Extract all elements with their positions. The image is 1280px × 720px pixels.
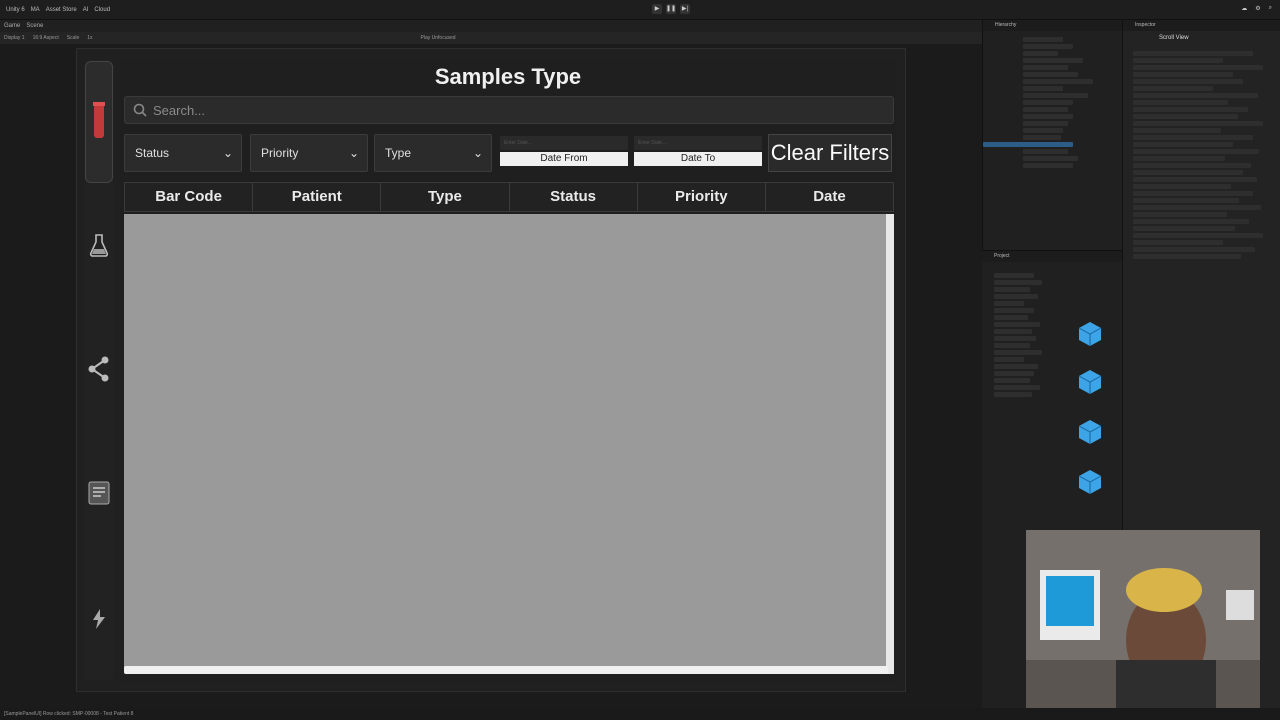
tree-item[interactable] — [1023, 149, 1068, 154]
chevron-down-icon: ⌄ — [472, 146, 483, 160]
menu-item[interactable]: Asset Store — [46, 7, 77, 13]
test-tube-icon — [93, 102, 105, 138]
tree-item[interactable] — [1023, 58, 1083, 63]
page-title: Samples Type — [434, 64, 582, 89]
type-dropdown-label: Type — [385, 146, 412, 160]
tab-scene[interactable]: Scene — [26, 23, 43, 29]
table-body-scroll-view[interactable] — [124, 214, 886, 670]
tree-item[interactable] — [1023, 79, 1093, 84]
tree-item[interactable] — [1023, 65, 1068, 70]
menu-item[interactable]: Cloud — [94, 7, 110, 13]
play-icon[interactable]: ▶ — [652, 4, 662, 14]
prefab-icon[interactable] — [1078, 369, 1102, 395]
nav-item-power[interactable] — [86, 606, 112, 632]
top-right-icons: ☁ ⚙ ⌕ — [1241, 5, 1272, 12]
tree-item[interactable] — [1023, 163, 1073, 168]
column-header-type[interactable]: Type — [380, 182, 509, 212]
column-header-priority[interactable]: Priority — [636, 182, 765, 212]
prefab-icon[interactable] — [1078, 419, 1102, 445]
clear-filters-button[interactable]: Clear Filters — [768, 134, 892, 172]
step-icon[interactable]: ▶| — [680, 4, 690, 14]
inspector-object-name[interactable]: Scroll View — [1123, 31, 1280, 41]
chevron-down-icon: ⌄ — [222, 146, 233, 160]
flask-icon — [89, 234, 109, 257]
inspector-fields — [1123, 41, 1280, 259]
pause-icon[interactable]: ❚❚ — [666, 4, 676, 14]
date-from-input[interactable]: Enter Date... — [500, 136, 628, 150]
view-tabs: Game Scene — [0, 20, 982, 32]
tree-item[interactable] — [1023, 37, 1063, 42]
prefab-icon[interactable] — [1078, 321, 1102, 347]
play-mode-dropdown[interactable]: Play Unfocused — [421, 35, 456, 41]
tree-item[interactable] — [1023, 86, 1063, 91]
nav-item-share[interactable] — [86, 356, 112, 382]
nav-item-lab[interactable] — [86, 232, 112, 258]
type-dropdown[interactable]: Type ⌄ — [374, 134, 492, 172]
tree-item[interactable] — [1023, 51, 1058, 56]
search-icon — [133, 103, 147, 117]
date-from-field[interactable]: Enter Date... Date From — [500, 136, 628, 170]
share-icon — [88, 356, 109, 382]
menu-item[interactable]: AI — [83, 7, 89, 13]
project-folders — [994, 271, 1054, 399]
tree-item[interactable] — [1023, 72, 1078, 77]
date-to-label: Date To — [634, 152, 762, 166]
project-title[interactable]: Project — [982, 251, 1122, 262]
hierarchy-title[interactable]: Hierarchy — [983, 20, 1122, 31]
scale-value[interactable]: 1x — [87, 35, 92, 41]
column-header-date[interactable]: Date — [764, 182, 895, 212]
hierarchy-tree — [983, 31, 1122, 168]
cloud-icon[interactable]: ☁ — [1241, 5, 1247, 12]
nav-item-records[interactable] — [86, 480, 112, 506]
search-input[interactable]: Search... — [124, 96, 894, 124]
console-status[interactable]: [SamplePanelUI] Row clicked: SMP-00008 -… — [0, 708, 1280, 720]
tree-item[interactable] — [1023, 128, 1063, 133]
tab-game[interactable]: Game — [4, 23, 20, 29]
play-controls: ▶ ❚❚ ▶| — [652, 4, 690, 14]
tree-item[interactable] — [1023, 121, 1068, 126]
gear-icon[interactable]: ⚙ — [1255, 5, 1260, 12]
display-dropdown[interactable]: Display 1 — [4, 35, 25, 41]
inspector-title[interactable]: Inspector — [1123, 20, 1280, 31]
webcam-feed — [1026, 530, 1260, 708]
tree-item[interactable] — [1023, 114, 1073, 119]
lightning-icon — [93, 609, 105, 629]
date-to-input[interactable]: Enter Date... — [634, 136, 762, 150]
column-header-barcode[interactable]: Bar Code — [124, 182, 253, 212]
tree-item[interactable] — [1023, 44, 1073, 49]
search-icon[interactable]: ⌕ — [1269, 5, 1272, 12]
search-placeholder: Search... — [153, 102, 206, 118]
priority-dropdown-label: Priority — [261, 146, 299, 160]
date-from-label: Date From — [500, 152, 628, 166]
chevron-down-icon: ⌄ — [348, 146, 359, 160]
scale-label: Scale — [66, 35, 80, 41]
aspect-dropdown[interactable]: 16:9 Aspect — [33, 35, 59, 41]
priority-dropdown[interactable]: Priority ⌄ — [250, 134, 368, 172]
webcam-overlay — [1026, 530, 1260, 708]
scroll-icon — [88, 481, 110, 505]
tree-item-selected[interactable] — [983, 142, 1073, 147]
tree-item[interactable] — [1023, 93, 1088, 98]
tree-item[interactable] — [1023, 135, 1061, 140]
date-to-field[interactable]: Enter Date... Date To — [634, 136, 762, 170]
prefab-icon[interactable] — [1078, 469, 1102, 495]
status-dropdown[interactable]: Status ⌄ — [124, 134, 242, 172]
hierarchy-panel: Hierarchy — [982, 20, 1122, 250]
column-header-status[interactable]: Status — [508, 182, 637, 212]
editor-menubar: Unity 6 MA Asset Store AI Cloud ▶ ❚❚ ▶| … — [0, 0, 1280, 20]
column-header-patient[interactable]: Patient — [252, 182, 381, 212]
tree-item[interactable] — [1023, 100, 1073, 105]
table-header: Bar Code Patient Type Status Priority Da… — [124, 182, 895, 212]
nav-item-samples[interactable] — [85, 61, 113, 183]
status-dropdown-label: Status — [135, 146, 170, 160]
menu-item[interactable]: MA — [31, 7, 40, 13]
samples-panel: Samples Type Search... Status ⌄ Priority… — [120, 58, 896, 682]
tree-item[interactable] — [1023, 107, 1068, 112]
horizontal-scrollbar[interactable] — [124, 666, 888, 674]
game-toolbar: Display 1 16:9 Aspect Scale 1x Play Unfo… — [0, 32, 982, 44]
menu-item[interactable]: Unity 6 — [6, 7, 25, 13]
vertical-scrollbar[interactable] — [886, 214, 894, 674]
tree-item[interactable] — [1023, 156, 1078, 161]
